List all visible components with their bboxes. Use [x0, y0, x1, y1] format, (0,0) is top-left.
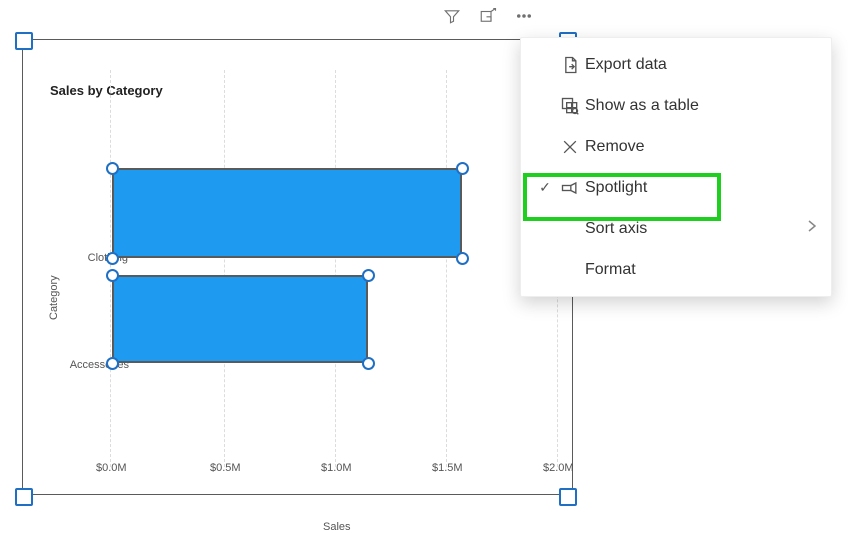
x-tick: $2.0M — [543, 462, 574, 474]
menu-spotlight[interactable]: ✓ Spotlight — [521, 167, 831, 208]
x-tick: $1.5M — [432, 462, 463, 474]
menu-export-data[interactable]: Export data — [521, 44, 831, 85]
resize-handle[interactable] — [362, 269, 375, 282]
menu-label: Spotlight — [585, 179, 813, 197]
resize-handle[interactable] — [362, 357, 375, 370]
gridline — [446, 70, 447, 467]
more-options-icon[interactable] — [514, 6, 534, 26]
menu-label: Show as a table — [585, 97, 813, 115]
filter-icon[interactable] — [442, 6, 462, 26]
resize-handle[interactable] — [106, 162, 119, 175]
x-tick: $1.0M — [321, 462, 352, 474]
focus-mode-icon[interactable] — [478, 6, 498, 26]
x-axis-label: Sales — [323, 521, 351, 533]
gridline — [224, 70, 225, 467]
page-export-icon — [555, 55, 585, 75]
menu-remove[interactable]: Remove — [521, 126, 831, 167]
menu-label: Export data — [585, 56, 813, 74]
bar-clothing[interactable] — [112, 168, 462, 258]
selection-handle[interactable] — [15, 488, 33, 506]
menu-label: Format — [585, 261, 813, 279]
x-tick: $0.0M — [96, 462, 127, 474]
y-axis-label: Category — [48, 275, 60, 320]
spotlight-icon — [555, 178, 585, 198]
visual-toolbar — [442, 6, 534, 26]
check-icon: ✓ — [535, 179, 555, 196]
resize-handle[interactable] — [106, 252, 119, 265]
gridline — [335, 70, 336, 467]
close-icon — [555, 137, 585, 157]
menu-label: Remove — [585, 138, 813, 156]
chart-title: Sales by Category — [50, 83, 163, 98]
menu-label: Sort axis — [585, 220, 813, 238]
menu-format[interactable]: Format — [521, 249, 831, 290]
resize-handle[interactable] — [456, 162, 469, 175]
chart-visual[interactable]: Sales by Category Category Sales Clothin… — [22, 39, 573, 495]
selection-handle[interactable] — [559, 488, 577, 506]
context-menu: Export data Show as a table Remove ✓ Spo… — [520, 37, 832, 297]
chevron-right-icon — [807, 219, 817, 238]
bar-accessories[interactable] — [112, 275, 368, 363]
x-tick: $0.5M — [210, 462, 241, 474]
menu-sort-axis[interactable]: Sort axis — [521, 208, 831, 249]
resize-handle[interactable] — [106, 357, 119, 370]
resize-handle[interactable] — [456, 252, 469, 265]
table-icon — [555, 96, 585, 116]
resize-handle[interactable] — [106, 269, 119, 282]
menu-show-as-table[interactable]: Show as a table — [521, 85, 831, 126]
selection-handle[interactable] — [15, 32, 33, 50]
